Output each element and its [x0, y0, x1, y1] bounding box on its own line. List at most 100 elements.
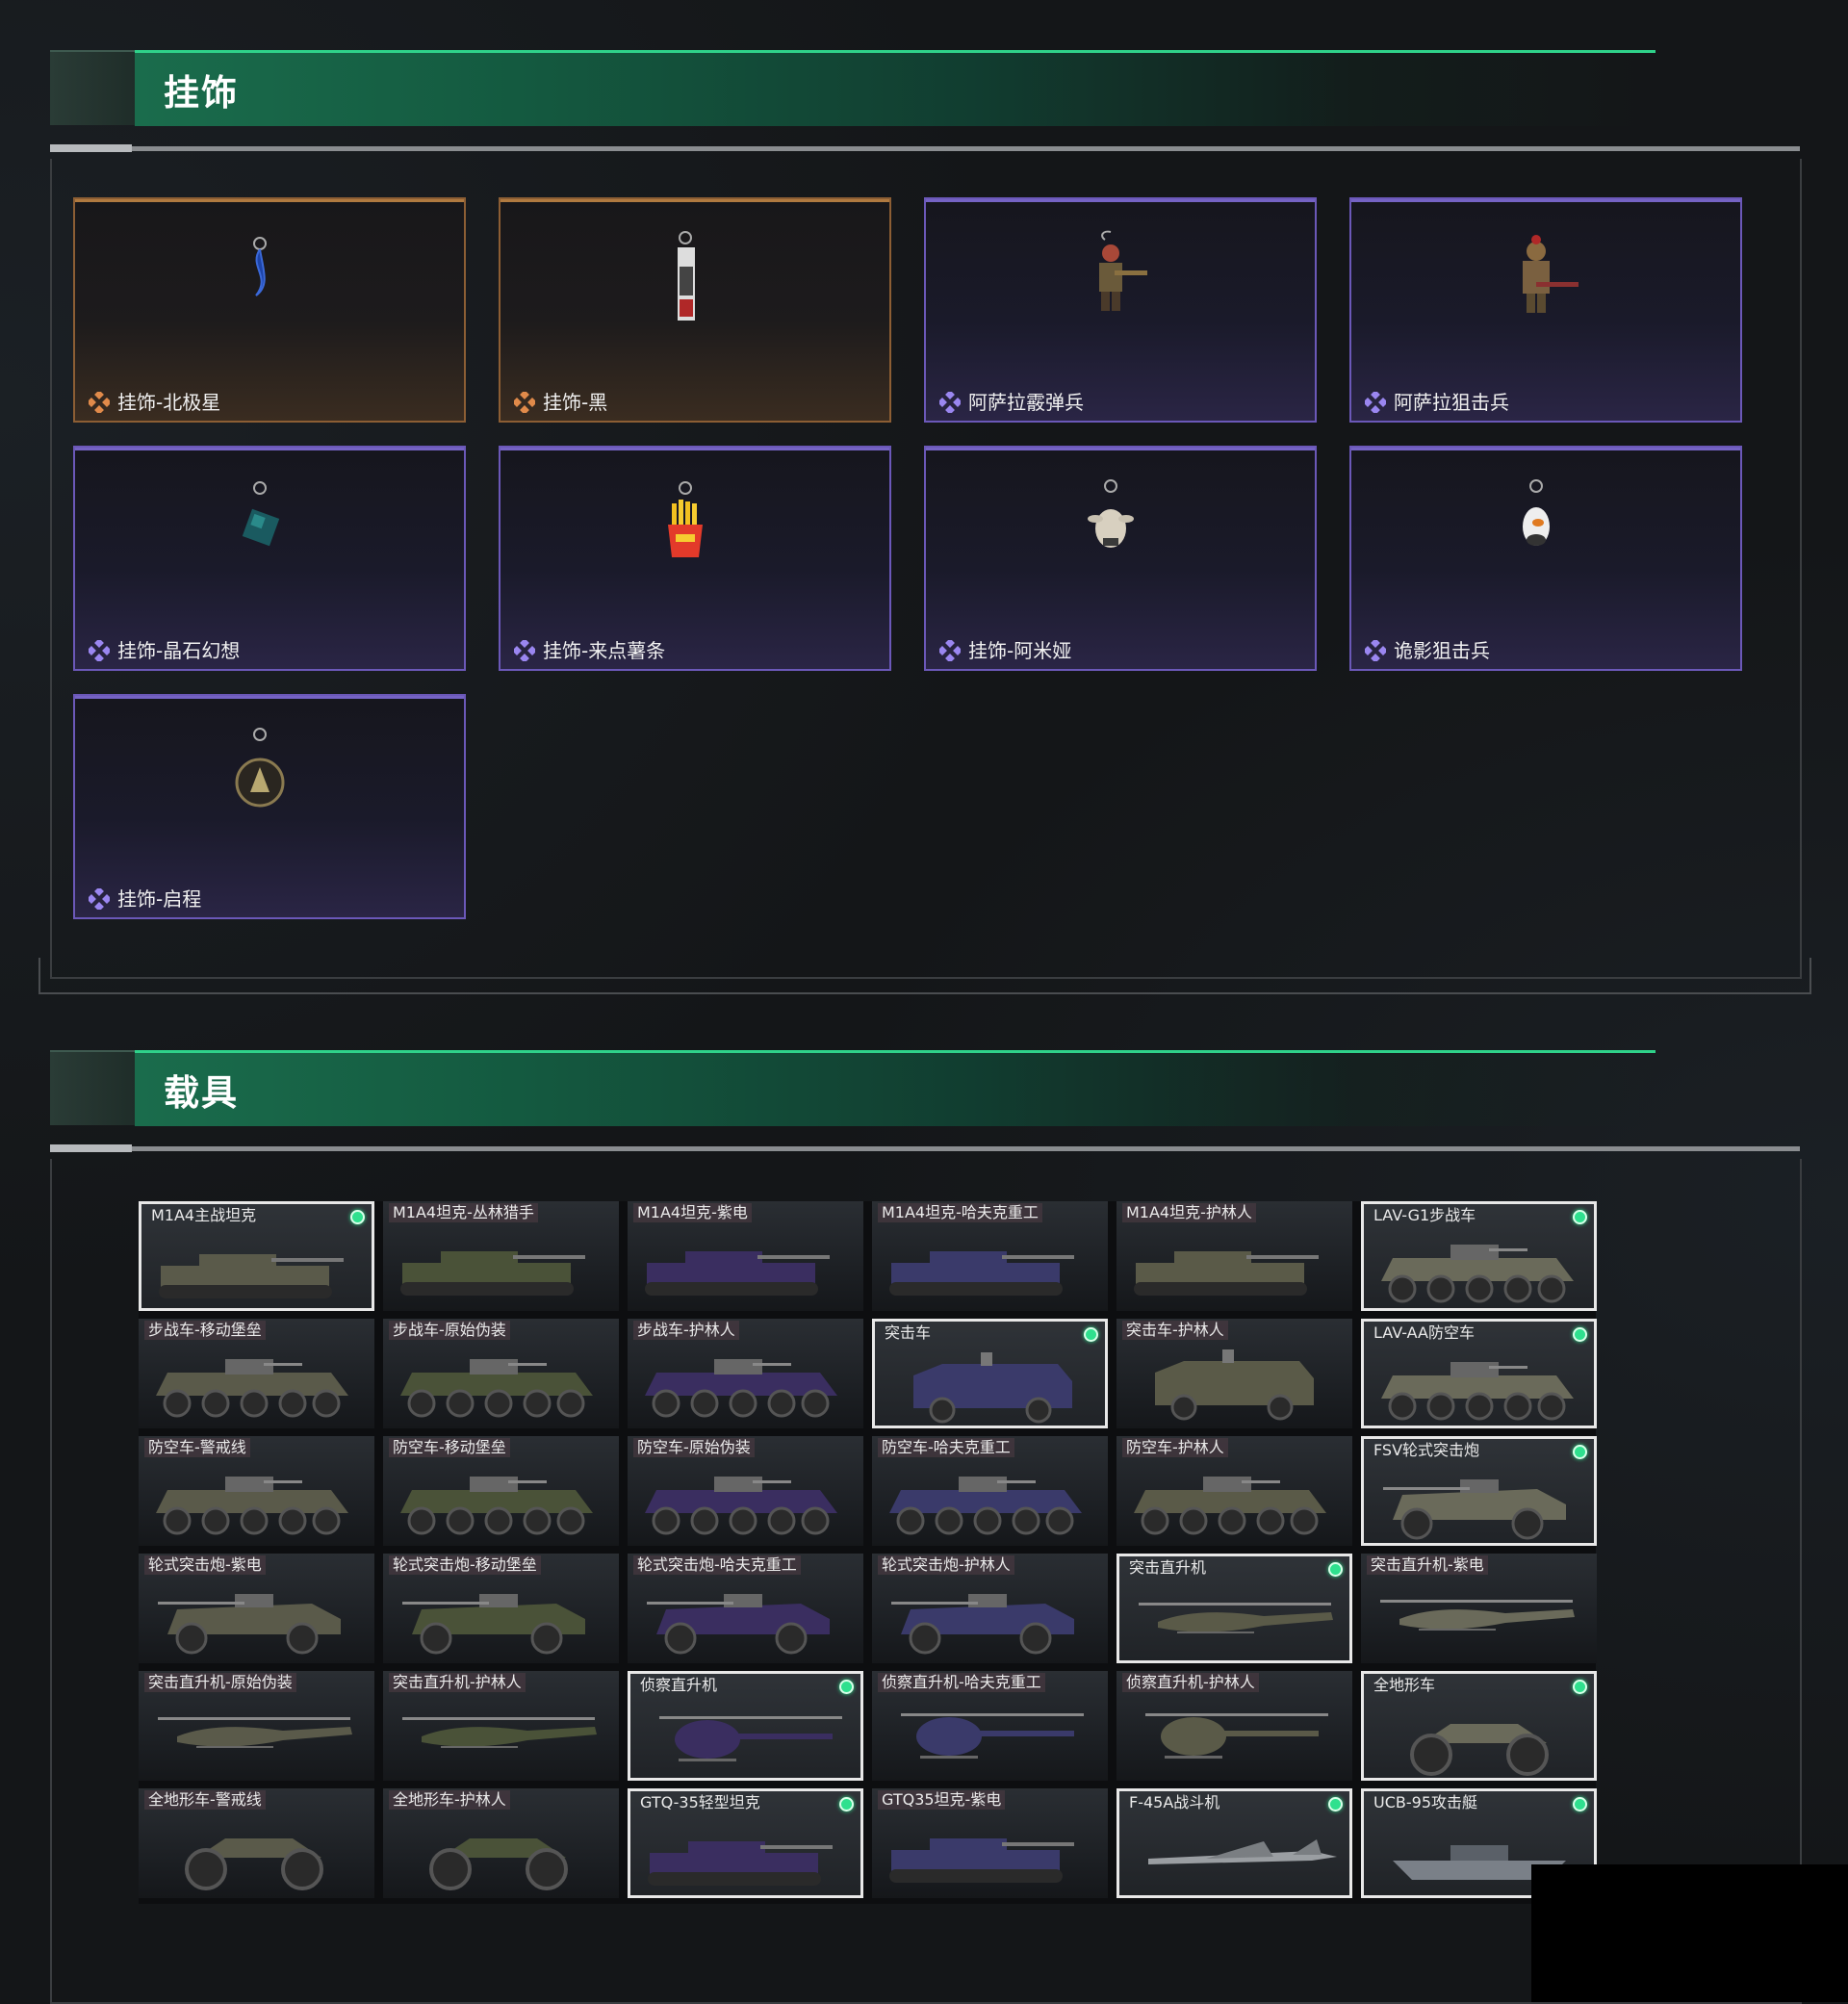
vehicle-tile[interactable]: 全地形车-护林人: [383, 1788, 619, 1898]
header-rule: [50, 146, 1800, 151]
vehicle-name: 步战车-移动堡垒: [144, 1321, 266, 1340]
vehicle-tile[interactable]: 轮式突击炮-移动堡垒: [383, 1554, 619, 1663]
vehicle-tile[interactable]: 突击直升机-护林人: [383, 1671, 619, 1781]
vehicle-tile[interactable]: LAV-AA防空车: [1361, 1319, 1597, 1428]
tank-vehicle-icon: [645, 1251, 830, 1296]
vehicle-name: M1A4坦克-哈夫克重工: [878, 1203, 1042, 1222]
vehicle-tile[interactable]: M1A4主战坦克: [139, 1201, 374, 1311]
vehicle-tile[interactable]: 防空车-哈夫克重工: [872, 1436, 1108, 1546]
card-top-line: [926, 199, 1315, 202]
vehicle-tile[interactable]: 突击车: [872, 1319, 1108, 1428]
scout-vehicle-icon: [1145, 1713, 1328, 1759]
keychain-bunny-icon: [1082, 467, 1159, 586]
vehicle-tile[interactable]: 防空车-原始伪装: [628, 1436, 863, 1546]
apc-vehicle-icon: [1134, 1477, 1326, 1535]
vehicle-name: 防空车-哈夫克重工: [878, 1438, 1014, 1457]
orange-rarity-icon: [87, 390, 112, 415]
sniper-figure-icon: [1507, 218, 1584, 338]
purple-rarity-icon: [87, 886, 112, 912]
charm-card[interactable]: 挂饰-启程: [73, 694, 466, 919]
vehicle-tile[interactable]: 侦察直升机-护林人: [1116, 1671, 1352, 1781]
vehicle-tile[interactable]: 突击直升机: [1116, 1554, 1352, 1663]
purple-rarity-icon: [1363, 390, 1388, 415]
vehicle-tile[interactable]: M1A4坦克-哈夫克重工: [872, 1201, 1108, 1311]
vehicle-tile[interactable]: 轮式突击炮-哈夫克重工: [628, 1554, 863, 1663]
vehicle-name: 轮式突击炮-护林人: [878, 1555, 1014, 1575]
vehicle-tile[interactable]: GTQ-35轻型坦克: [628, 1788, 863, 1898]
charm-card[interactable]: 挂饰-来点薯条: [499, 446, 891, 671]
vehicle-name: 突击车: [885, 1323, 932, 1342]
owned-status-dot-icon: [1573, 1445, 1587, 1459]
keychain-medal-icon: [231, 715, 308, 835]
charms-panel-outer-frame: [38, 958, 1811, 994]
vehicle-name: 轮式突击炮-哈夫克重工: [633, 1555, 801, 1575]
vehicle-tile[interactable]: 突击直升机-原始伪装: [139, 1671, 374, 1781]
charm-name: 挂饰-阿米娅: [968, 639, 1072, 662]
vehicle-tile[interactable]: 轮式突击炮-紫电: [139, 1554, 374, 1663]
apc-vehicle-icon: [1381, 1245, 1574, 1303]
vehicle-tile[interactable]: M1A4坦克-丛林猎手: [383, 1201, 619, 1311]
vehicle-name: 侦察直升机-护林人: [1122, 1673, 1259, 1692]
scout-vehicle-icon: [659, 1716, 842, 1761]
vehicles-section-header: 载具: [50, 1050, 1802, 1152]
vehicle-tile[interactable]: 轮式突击炮-护林人: [872, 1554, 1108, 1663]
charm-card[interactable]: 挂饰-晶石幻想: [73, 446, 466, 671]
vehicle-tile[interactable]: 全地形车: [1361, 1671, 1597, 1781]
vehicle-tile[interactable]: 侦察直升机-哈夫克重工: [872, 1671, 1108, 1781]
vehicle-tile[interactable]: GTQ35坦克-紫电: [872, 1788, 1108, 1898]
header-stub: [50, 50, 135, 125]
card-top-line: [75, 199, 464, 202]
vehicle-name: 突击直升机-护林人: [389, 1673, 526, 1692]
card-top-line: [500, 448, 889, 450]
vehicle-name: GTQ35坦克-紫电: [878, 1790, 1006, 1810]
charm-card[interactable]: 挂饰-黑: [499, 197, 891, 423]
heli-vehicle-icon: [1380, 1600, 1575, 1631]
vehicle-name: 轮式突击炮-移动堡垒: [389, 1555, 541, 1575]
vehicle-tile[interactable]: 突击直升机-紫电: [1361, 1554, 1597, 1663]
owned-status-dot-icon: [839, 1797, 854, 1811]
vehicle-tile[interactable]: 防空车-警戒线: [139, 1436, 374, 1546]
vehicle-name: 突击直升机-原始伪装: [144, 1673, 296, 1692]
vehicle-name: UCB-95攻击艇: [1373, 1793, 1477, 1811]
apc-vehicle-icon: [1381, 1362, 1574, 1421]
vehicle-tile[interactable]: 突击车-护林人: [1116, 1319, 1352, 1428]
tank-vehicle-icon: [400, 1251, 585, 1296]
vehicle-tile[interactable]: FSV轮式突击炮: [1361, 1436, 1597, 1546]
vehicle-tile[interactable]: 步战车-原始伪装: [383, 1319, 619, 1428]
charm-name: 挂饰-来点薯条: [543, 639, 666, 662]
heli-vehicle-icon: [402, 1717, 597, 1748]
vehicle-tile[interactable]: 全地形车-警戒线: [139, 1788, 374, 1898]
vehicle-name: M1A4坦克-紫电: [633, 1203, 752, 1222]
vehicle-name: M1A4坦克-丛林猎手: [389, 1203, 538, 1222]
vehicle-tile[interactable]: 防空车-移动堡垒: [383, 1436, 619, 1546]
vehicle-tile[interactable]: M1A4坦克-护林人: [1116, 1201, 1352, 1311]
charm-card[interactable]: 阿萨拉狙击兵: [1349, 197, 1742, 423]
owned-status-dot-icon: [1328, 1797, 1343, 1811]
vehicle-tile[interactable]: 侦察直升机: [628, 1671, 863, 1781]
apc-vehicle-icon: [156, 1359, 348, 1418]
heli-vehicle-icon: [1139, 1603, 1333, 1633]
charm-card[interactable]: 挂饰-北极星: [73, 197, 466, 423]
vehicle-name: FSV轮式突击炮: [1373, 1441, 1480, 1459]
owned-status-dot-icon: [1328, 1562, 1343, 1577]
charm-card[interactable]: 挂饰-阿米娅: [924, 446, 1317, 671]
fsv-vehicle-icon: [647, 1594, 830, 1655]
vehicle-tile[interactable]: M1A4坦克-紫电: [628, 1201, 863, 1311]
vehicle-name: 突击直升机-紫电: [1367, 1555, 1488, 1575]
charm-name: 挂饰-晶石幻想: [117, 639, 241, 662]
owned-status-dot-icon: [1573, 1327, 1587, 1342]
apc-vehicle-icon: [400, 1359, 593, 1418]
tank-vehicle-icon: [159, 1254, 344, 1298]
tank-vehicle-icon: [889, 1838, 1074, 1883]
vehicle-tile[interactable]: LAV-G1步战车: [1361, 1201, 1597, 1311]
vehicle-name: 轮式突击炮-紫电: [144, 1555, 266, 1575]
atv-vehicle-icon: [429, 1838, 568, 1890]
charm-card[interactable]: 诡影狙击兵: [1349, 446, 1742, 671]
vehicle-tile[interactable]: 步战车-移动堡垒: [139, 1319, 374, 1428]
vehicle-name: M1A4主战坦克: [151, 1206, 257, 1224]
vehicles-grid: M1A4主战坦克 M1A4坦克-丛林猎手 M1A4坦克-紫电 M1A4坦克-哈夫克重工…: [139, 1201, 1597, 1904]
vehicle-tile[interactable]: F-45A战斗机: [1116, 1788, 1352, 1898]
vehicle-tile[interactable]: 防空车-护林人: [1116, 1436, 1352, 1546]
charm-card[interactable]: 阿萨拉霰弹兵: [924, 197, 1317, 423]
vehicle-tile[interactable]: 步战车-护林人: [628, 1319, 863, 1428]
